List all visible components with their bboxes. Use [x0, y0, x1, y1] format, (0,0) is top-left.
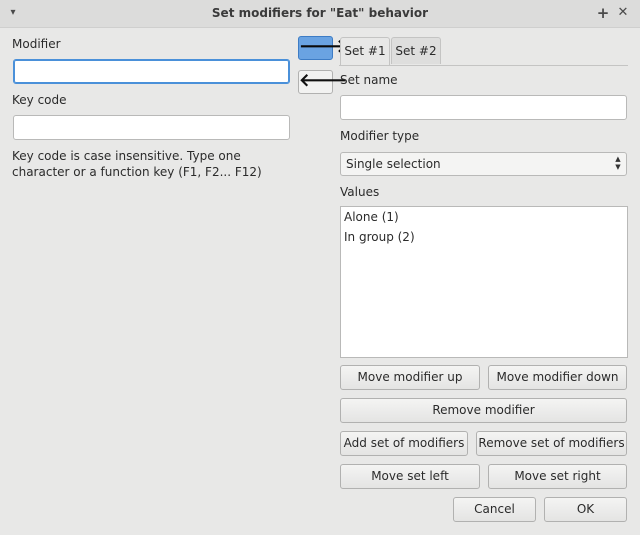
window-title: Set modifiers for "Eat" behavior: [211, 6, 429, 20]
add-to-set-button[interactable]: 🡒: [298, 36, 347, 60]
maximize-icon[interactable]: +: [594, 4, 612, 22]
values-label: Values: [340, 185, 380, 199]
modifier-input[interactable]: [13, 59, 290, 84]
values-list[interactable]: Alone (1) In group (2): [340, 206, 628, 358]
set-name-label: Set name: [340, 73, 398, 87]
ok-button[interactable]: OK: [544, 497, 627, 522]
set-name-input[interactable]: [340, 95, 627, 120]
modifier-type-value: Single selection: [346, 157, 441, 171]
add-set-button[interactable]: Add set of modifiers: [340, 431, 468, 456]
keycode-label: Key code: [12, 93, 67, 107]
modifier-label: Modifier: [12, 37, 61, 51]
move-modifier-down-button[interactable]: Move modifier down: [488, 365, 627, 390]
cancel-button[interactable]: Cancel: [453, 497, 536, 522]
dialog-window: ▾ Set modifiers for "Eat" behavior + ✕ M…: [0, 0, 640, 535]
keycode-input[interactable]: [13, 115, 290, 140]
tab-set-1[interactable]: Set #1: [340, 37, 390, 65]
spin-arrows-icon: ▲ ▼: [615, 155, 621, 171]
set-tabs: Set #1 Set #2: [339, 37, 628, 66]
title-bar: ▾ Set modifiers for "Eat" behavior + ✕: [0, 0, 640, 28]
close-icon[interactable]: ✕: [614, 4, 632, 22]
remove-from-set-button[interactable]: 🡐: [298, 70, 347, 94]
list-item[interactable]: In group (2): [341, 227, 627, 247]
modifier-type-label: Modifier type: [340, 129, 420, 143]
move-set-left-button[interactable]: Move set left: [340, 464, 480, 489]
keycode-hint: Key code is case insensitive. Type one c…: [12, 149, 262, 179]
tab-set-2[interactable]: Set #2: [391, 37, 441, 64]
modifier-type-select[interactable]: Single selection ▲ ▼: [340, 152, 627, 176]
move-modifier-up-button[interactable]: Move modifier up: [340, 365, 480, 390]
remove-modifier-button[interactable]: Remove modifier: [340, 398, 627, 423]
list-item[interactable]: Alone (1): [341, 207, 627, 227]
remove-set-button[interactable]: Remove set of modifiers: [476, 431, 627, 456]
move-set-right-button[interactable]: Move set right: [488, 464, 627, 489]
